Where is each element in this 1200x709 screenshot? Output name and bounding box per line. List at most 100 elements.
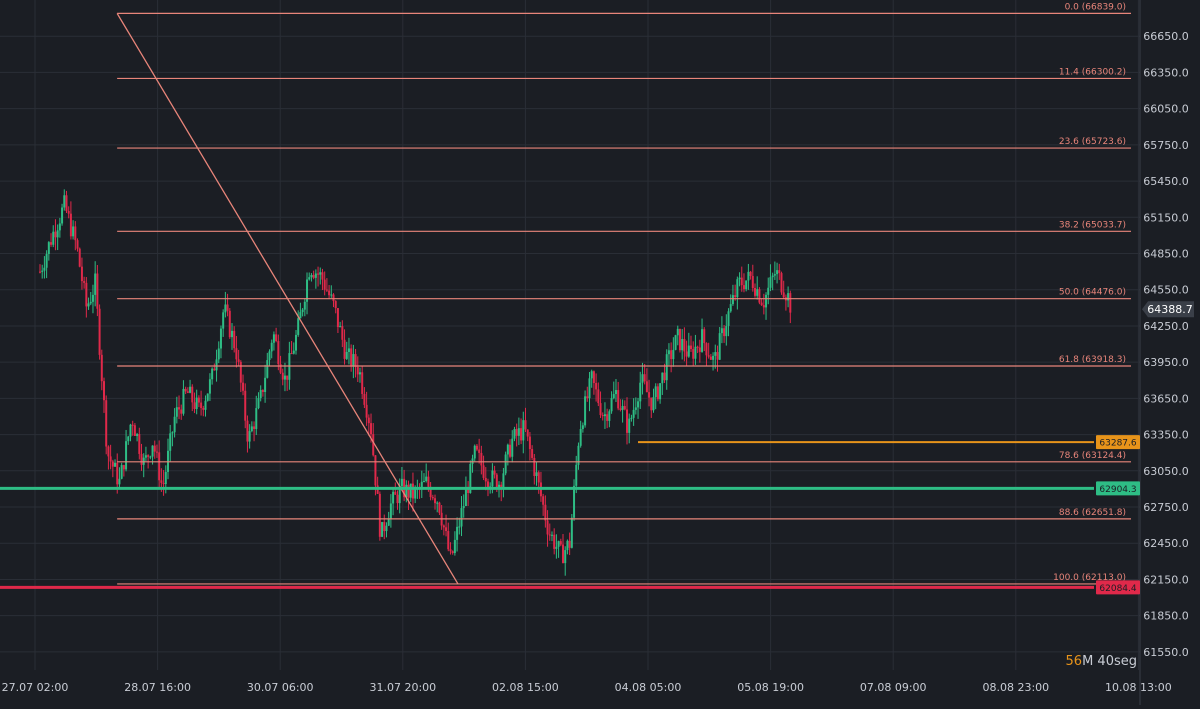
candle-body (630, 417, 633, 419)
price-chart[interactable]: 0.0 (66839.0) 11.4 (66300.2) 23.6 (65723.6… (0, 0, 1200, 705)
candle-body (513, 429, 516, 439)
candle-body (517, 428, 520, 436)
candle-body (533, 457, 536, 476)
candle-body (683, 339, 686, 352)
candle-body (471, 458, 474, 464)
candle-body (85, 282, 88, 307)
candle-body (250, 426, 253, 432)
candle-body (526, 429, 529, 437)
candle-body (58, 223, 61, 231)
candle-body (140, 453, 143, 465)
candle-body (524, 420, 527, 430)
candle-body (480, 452, 483, 466)
candle-body (147, 455, 150, 457)
candle-body (180, 409, 183, 414)
candle-body (537, 472, 540, 483)
candle-body (325, 289, 328, 291)
candle-body (712, 355, 715, 360)
candle-body (751, 275, 754, 288)
candle-body (200, 402, 203, 409)
candle-body (756, 289, 759, 296)
candle-body (332, 294, 335, 302)
candle-body (665, 354, 668, 381)
candle-body (738, 277, 741, 280)
y-axis-tick-label: 65750.0 (1143, 139, 1189, 152)
candle-body (747, 271, 750, 281)
candle-body (650, 397, 653, 411)
candle-body (745, 280, 748, 290)
candle-body (542, 496, 545, 505)
candle-body (601, 415, 604, 417)
candle-body (652, 397, 655, 411)
candle-body (742, 285, 745, 290)
x-axis-tick-label: 07.08 09:00 (860, 681, 927, 694)
y-axis-tick-label: 64250.0 (1143, 320, 1189, 333)
candle-body (445, 527, 448, 532)
x-axis-tick-label: 08.08 23:00 (982, 681, 1049, 694)
candle-body (162, 482, 165, 485)
candle-body (235, 348, 238, 360)
candle-body (290, 353, 293, 355)
candle-body (253, 426, 256, 429)
candle-body (628, 418, 631, 433)
candle-body (676, 328, 679, 336)
candle-body (266, 360, 269, 378)
candle-body (546, 520, 549, 535)
candle-body (248, 431, 251, 442)
candle-body (610, 398, 613, 412)
candle-body (458, 526, 461, 528)
candle-body (334, 301, 337, 309)
candle-body (211, 368, 214, 380)
candle-body (727, 311, 730, 326)
candle-body (50, 242, 53, 245)
candle-body (729, 304, 732, 312)
y-axis-tick-label: 64550.0 (1143, 284, 1189, 297)
candle-body (184, 388, 187, 392)
y-axis-tick-label: 64850.0 (1143, 248, 1189, 261)
candle-body (575, 464, 578, 486)
candle-body (623, 406, 626, 410)
candle-body (392, 491, 395, 504)
candle-body (667, 350, 670, 355)
fib-level-label: 23.6 (65723.6) (1059, 137, 1126, 147)
y-axis-tick-label: 66650.0 (1143, 30, 1189, 43)
candle-body (358, 372, 361, 375)
candle-body (617, 390, 620, 409)
x-axis-tick-label: 30.07 06:00 (247, 681, 314, 694)
candle-body (447, 531, 450, 550)
candle-body (599, 403, 602, 416)
candle-body (436, 502, 439, 504)
candle-body (100, 354, 103, 382)
candle-body (246, 420, 249, 442)
candle-body (641, 374, 644, 383)
candle-body (557, 541, 560, 547)
candle-body (215, 359, 218, 371)
timer-number: 56 (1066, 654, 1083, 669)
candle-body (54, 231, 57, 238)
candle-body (681, 339, 684, 351)
candle-body (754, 287, 757, 296)
candle-body (275, 334, 278, 342)
candle-body (195, 397, 198, 410)
candle-body (381, 522, 384, 537)
candle-body (765, 294, 768, 308)
candle-body (411, 483, 414, 499)
candle-body (352, 354, 355, 367)
candle-body (374, 455, 377, 486)
candle-body (639, 382, 642, 402)
candle-body (614, 390, 617, 395)
candle-body (442, 525, 445, 528)
fib-level-label: 78.6 (63124.4) (1059, 451, 1126, 461)
candle-body (606, 414, 609, 421)
y-axis-tick-label: 63050.0 (1143, 465, 1189, 478)
candle-body (581, 425, 584, 430)
candle-body (690, 345, 693, 350)
candle-body (341, 326, 344, 340)
candle-body (370, 423, 373, 435)
candle-body (310, 275, 313, 278)
candle-body (434, 498, 437, 504)
chart-container[interactable]: 0.0 (66839.0) 11.4 (66300.2) 23.6 (65723.6… (0, 0, 1200, 705)
candle-body (268, 351, 271, 361)
candle-body (707, 355, 710, 357)
candle-body (361, 372, 364, 394)
